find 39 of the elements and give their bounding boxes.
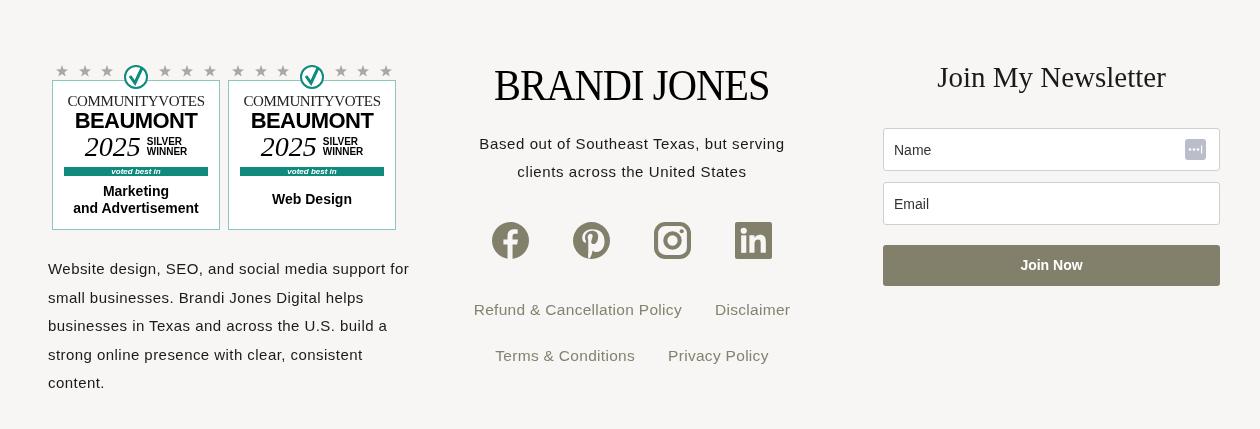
badge-year: 2025 [84,133,141,161]
badge-brand: COMMUNITYVOTES [67,93,205,109]
star-icon [181,65,194,77]
badge-category: Marketing and Advertisement [73,182,199,217]
star-icon [357,65,370,77]
badge-city: BEAUMONT [74,109,198,133]
pinterest-icon[interactable] [573,222,610,259]
badge-band: voted best in [64,167,208,176]
star-icon [379,65,392,77]
star-icon [78,65,91,77]
facebook-icon[interactable] [492,222,529,259]
star-icon [158,65,171,77]
footer-link[interactable]: Privacy Policy [668,341,769,370]
star-icon [101,65,114,77]
newsletter-title: Join My Newsletter [936,62,1167,92]
tagline: Based out of Southeast Texas, but serving clients across the United States [478,134,786,182]
star-icon [277,65,290,77]
footer-link[interactable]: Disclaimer [714,295,791,324]
footer-link[interactable]: Refund & Cancellation Policy [473,295,682,324]
badge-award: SILVER WINNER [322,137,364,157]
about-text: Website design, SEO, and social media support for small businesses. Brandi Jones Digital helps businesses in Texas and across the U.S. build a strong online presence with clear, consistent content. [48,259,411,393]
badge-brand: COMMUNITYVOTES [243,93,381,109]
star-icon [203,65,216,77]
badge-year: 2025 [260,133,317,161]
input-field[interactable]: Name [883,128,1220,171]
badge-city: BEAUMONT [250,109,374,133]
star-icon [334,65,347,77]
star-icon [232,65,244,77]
star-icon [254,65,267,77]
footer-link[interactable]: Terms & Conditions [495,341,636,370]
linkedin-icon[interactable] [735,222,772,259]
star-icon [56,65,68,77]
badge-band: voted best in [240,167,384,176]
join-button[interactable]: Join Now [883,245,1220,286]
badge-category: Web Design [272,191,352,208]
brand-logo: BRANDI JONES [494,64,770,108]
instagram-icon[interactable] [654,222,691,259]
input-field[interactable]: Email [883,182,1220,225]
badge-award: SILVER WINNER [146,137,188,157]
